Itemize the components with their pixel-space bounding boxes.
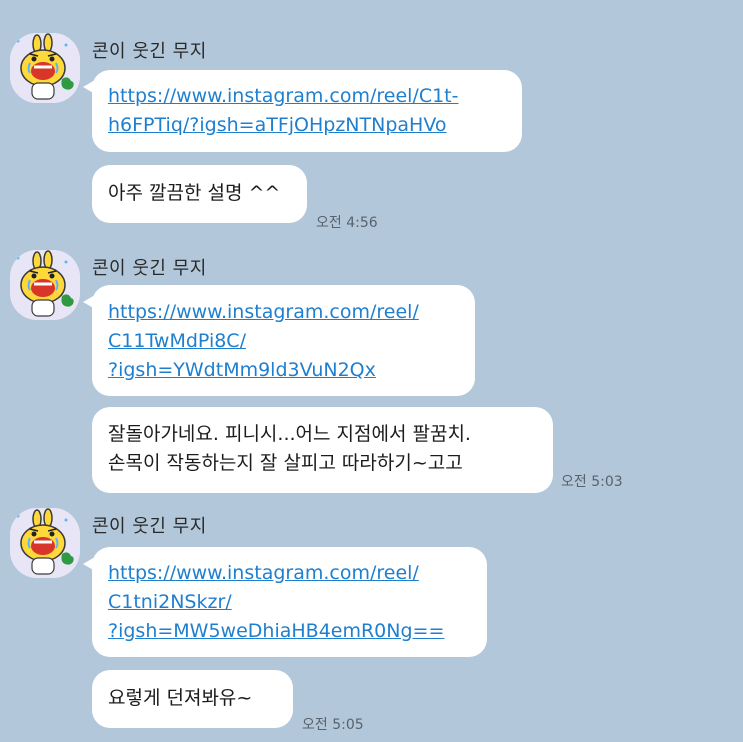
link-message-bubble[interactable]: https://www.instagram.com/reel/ C1tni2NS… xyxy=(83,547,487,657)
message-timestamp: 오전 5:03 xyxy=(561,474,623,490)
link-line: C1tni2NSkzr/ xyxy=(108,591,232,613)
message-timestamp: 오전 4:56 xyxy=(316,215,378,231)
message-timestamp: 오전 5:05 xyxy=(302,717,364,733)
avatar[interactable] xyxy=(10,508,80,578)
text-message-bubble[interactable]: 아주 깔끔한 설명 ^^ xyxy=(92,165,307,223)
link-line: h6FPTiq/?igsh=aTFjOHpzNTNpaHVo xyxy=(108,114,447,136)
link-line: ?igsh=YWdtMm9ld3VuN2Qx xyxy=(108,359,376,381)
link-message-bubble[interactable]: https://www.instagram.com/reel/ C11TwMdP… xyxy=(83,285,475,396)
sender-name: 콘이 웃긴 무지 xyxy=(92,516,207,537)
avatar[interactable] xyxy=(10,33,80,103)
message-text: 손목이 작동하는지 잘 살피고 따라하기~고고 xyxy=(108,452,463,474)
link-line: ?igsh=MW5weDhiaHB4emR0Ng== xyxy=(108,620,445,642)
text-message-bubble[interactable]: 잘돌아가네요. 피니시...어느 지점에서 팔꿈치. 손목이 작동하는지 잘 살… xyxy=(92,407,553,493)
chat-room: 콘이 웃긴 무지 https://www.instagram.com/reel/… xyxy=(0,0,743,742)
link-line: https://www.instagram.com/reel/ xyxy=(108,301,419,323)
text-message-bubble[interactable]: 요렇게 던져봐유~ xyxy=(92,670,293,728)
muzi-character-icon xyxy=(10,508,80,578)
avatar[interactable] xyxy=(10,250,80,320)
link-line: https://www.instagram.com/reel/C1t- xyxy=(108,85,459,107)
instagram-link[interactable]: https://www.instagram.com/reel/ C11TwMdP… xyxy=(108,298,459,385)
link-line: C11TwMdPi8C/ xyxy=(108,330,246,352)
muzi-character-icon xyxy=(10,250,80,320)
message-text: 잘돌아가네요. 피니시...어느 지점에서 팔꿈치. xyxy=(108,423,471,445)
instagram-link[interactable]: https://www.instagram.com/reel/ C1tni2NS… xyxy=(108,559,471,646)
message-text: 아주 깔끔한 설명 ^^ xyxy=(108,182,281,204)
sender-name: 콘이 웃긴 무지 xyxy=(92,41,207,62)
sender-name: 콘이 웃긴 무지 xyxy=(92,258,207,279)
link-line: https://www.instagram.com/reel/ xyxy=(108,562,419,584)
muzi-character-icon xyxy=(10,33,80,103)
link-message-bubble[interactable]: https://www.instagram.com/reel/C1t- h6FP… xyxy=(83,70,522,152)
instagram-link[interactable]: https://www.instagram.com/reel/C1t- h6FP… xyxy=(108,82,506,140)
message-text: 요렇게 던져봐유~ xyxy=(108,687,253,709)
